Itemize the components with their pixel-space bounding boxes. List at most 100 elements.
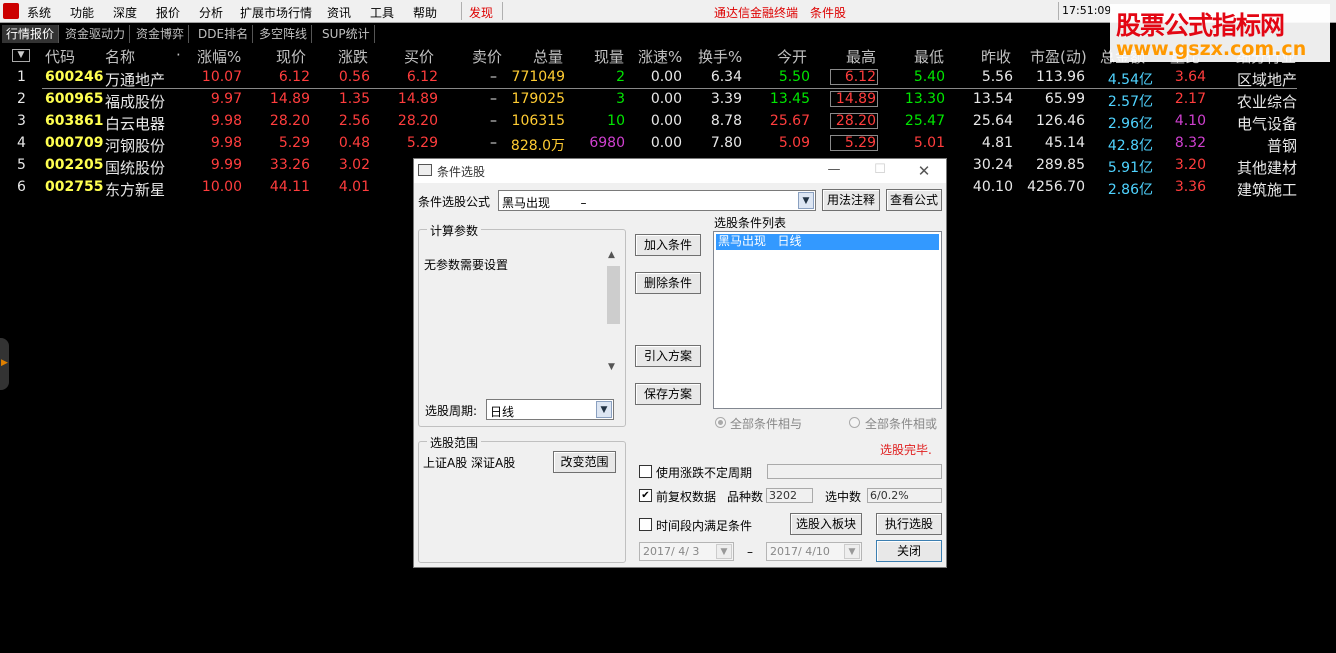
col-turnover[interactable]: 换手% bbox=[698, 46, 742, 67]
cell-low: 5.40 bbox=[913, 69, 945, 85]
execute-button[interactable]: 执行选股 bbox=[876, 513, 942, 535]
change-range-button[interactable]: 改变范围 bbox=[553, 451, 616, 473]
cell-vol-ratio: 8.32 bbox=[1174, 135, 1206, 151]
col-speed[interactable]: 涨速% bbox=[638, 46, 682, 67]
forward-rights-checkbox[interactable]: ✔ bbox=[639, 489, 652, 502]
cell-open: 5.50 bbox=[778, 69, 810, 85]
cell-vol-ratio: 2.17 bbox=[1174, 91, 1206, 107]
menu-function[interactable]: 功能 bbox=[70, 4, 94, 21]
cell-speed: 0.00 bbox=[650, 91, 682, 107]
scroll-up-icon[interactable]: ▲ bbox=[608, 250, 615, 260]
menu-help[interactable]: 帮助 bbox=[413, 4, 437, 21]
cell-vol: 828.0万 bbox=[510, 138, 565, 154]
condition-list-label: 选股条件列表 bbox=[714, 216, 787, 230]
variable-period-checkbox[interactable] bbox=[639, 465, 652, 478]
period-select[interactable]: 日线 ▼ bbox=[486, 399, 614, 420]
col-price[interactable]: 现价 bbox=[276, 46, 306, 67]
tab-fund-driver[interactable]: 资金驱动力 bbox=[61, 25, 131, 43]
tab-long-short[interactable]: 多空阵线 bbox=[255, 25, 313, 43]
chevron-down-icon: ▼ bbox=[844, 544, 860, 559]
column-menu-icon[interactable]: ▼ bbox=[12, 49, 30, 62]
cell-chg: 4.01 bbox=[338, 179, 370, 195]
delete-condition-button[interactable]: 删除条件 bbox=[635, 272, 701, 294]
menu-discover[interactable]: 发现 bbox=[469, 4, 493, 21]
view-formula-button[interactable]: 查看公式 bbox=[886, 189, 942, 211]
chevron-down-icon[interactable]: ▼ bbox=[798, 192, 814, 209]
cell-amount: 2.57亿 bbox=[1107, 94, 1153, 110]
cell-cur-vol: 6980 bbox=[589, 135, 625, 151]
params-scrollbar[interactable]: ▲ ▼ bbox=[607, 250, 621, 374]
menu-analysis[interactable]: 分析 bbox=[199, 4, 223, 21]
cell-low: 13.30 bbox=[904, 91, 945, 107]
cell-name: 河钢股份 bbox=[105, 137, 166, 155]
condition-list[interactable]: 黑马出现 日线 bbox=[713, 231, 942, 409]
timespan-checkbox[interactable] bbox=[639, 518, 652, 531]
cell-chg: 0.48 bbox=[338, 135, 370, 151]
dialog-titlebar[interactable]: 条件选股 — ☐ ✕ bbox=[414, 159, 946, 183]
cell-pe: 126.46 bbox=[1036, 113, 1085, 129]
close-icon[interactable]: ✕ bbox=[910, 162, 938, 180]
col-low[interactable]: 最低 bbox=[914, 46, 944, 67]
date-separator: – bbox=[747, 545, 753, 559]
cell-industry: 建筑施工 bbox=[1236, 181, 1297, 199]
cell-chg-pct: 10.07 bbox=[201, 69, 242, 85]
add-to-block-button[interactable]: 选股入板块 bbox=[790, 513, 862, 535]
menu-news[interactable]: 资讯 bbox=[327, 4, 351, 21]
formula-select[interactable]: 黑马出现 – ▼ bbox=[498, 190, 816, 211]
app-subtitle: 条件股 bbox=[810, 6, 847, 20]
col-code[interactable]: 代码 bbox=[45, 46, 75, 67]
scroll-down-icon[interactable]: ▼ bbox=[608, 362, 615, 372]
menu-quote[interactable]: 报价 bbox=[156, 4, 180, 21]
minimize-icon[interactable]: — bbox=[820, 162, 848, 177]
col-name[interactable]: 名称 bbox=[105, 46, 135, 67]
cell-turnover: 8.78 bbox=[710, 113, 742, 129]
close-button[interactable]: 关闭 bbox=[876, 540, 942, 562]
col-prev-close[interactable]: 昨收 bbox=[981, 46, 1011, 67]
condition-list-item[interactable]: 黑马出现 日线 bbox=[716, 234, 939, 250]
chevron-down-icon[interactable]: ▼ bbox=[596, 401, 612, 418]
cell-ask: – bbox=[490, 135, 497, 151]
col-chg[interactable]: 涨跌 bbox=[338, 46, 368, 67]
cell-low: 25.47 bbox=[904, 113, 945, 129]
tab-sup-stats[interactable]: SUP统计 bbox=[318, 25, 375, 43]
col-ask[interactable]: 卖价 bbox=[472, 46, 502, 67]
menu-depth[interactable]: 深度 bbox=[113, 4, 137, 21]
menu-system[interactable]: 系统 bbox=[27, 4, 51, 21]
status-text: 选股完毕. bbox=[880, 443, 932, 457]
forward-rights-label: 前复权数据 bbox=[656, 490, 717, 504]
cell-turnover: 6.34 bbox=[710, 69, 742, 85]
clock: 17:51:09 bbox=[1062, 4, 1112, 17]
cell-amount: 2.86亿 bbox=[1107, 182, 1153, 198]
or-radio[interactable] bbox=[849, 417, 860, 428]
side-panel-toggle[interactable]: ▶ bbox=[0, 338, 9, 390]
col-cur-volume[interactable]: 现量 bbox=[594, 46, 624, 67]
cell-name: 白云电器 bbox=[105, 115, 166, 133]
scroll-thumb[interactable] bbox=[607, 266, 620, 324]
cell-chg-pct: 9.98 bbox=[210, 113, 242, 129]
add-condition-button[interactable]: 加入条件 bbox=[635, 234, 701, 256]
col-bid[interactable]: 买价 bbox=[404, 46, 434, 67]
col-high[interactable]: 最高 bbox=[846, 46, 876, 67]
menu-extended-market[interactable]: 扩展市场行情 bbox=[240, 4, 312, 21]
col-open[interactable]: 今开 bbox=[777, 46, 807, 67]
dialog-title: 条件选股 bbox=[437, 165, 486, 179]
col-chg-pct[interactable]: 涨幅% bbox=[197, 46, 241, 67]
and-radio[interactable] bbox=[715, 417, 726, 428]
cell-vol-ratio: 4.10 bbox=[1174, 113, 1206, 129]
col-volume[interactable]: 总量 bbox=[533, 46, 563, 67]
usage-notes-button[interactable]: 用法注释 bbox=[822, 189, 880, 211]
col-pe[interactable]: 市盈(动) bbox=[1030, 46, 1087, 67]
app-title: 通达信金融终端 bbox=[714, 6, 799, 20]
cell-chg: 3.02 bbox=[338, 157, 370, 173]
cell-bid: 14.89 bbox=[397, 91, 438, 107]
tab-quotes[interactable]: 行情报价 bbox=[2, 25, 60, 43]
tab-fund-game[interactable]: 资金博弈 bbox=[132, 25, 190, 43]
import-scheme-button[interactable]: 引入方案 bbox=[635, 345, 701, 367]
cell-chg-pct: 9.98 bbox=[210, 135, 242, 151]
menu-tools[interactable]: 工具 bbox=[370, 4, 394, 21]
cell-industry: 其他建材 bbox=[1236, 159, 1297, 177]
save-scheme-button[interactable]: 保存方案 bbox=[635, 383, 701, 405]
tab-dde-rank[interactable]: DDE排名 bbox=[194, 25, 254, 43]
date-to-select: 2017/ 4/10 ▼ bbox=[766, 542, 862, 561]
cell-open: 25.67 bbox=[769, 113, 810, 129]
